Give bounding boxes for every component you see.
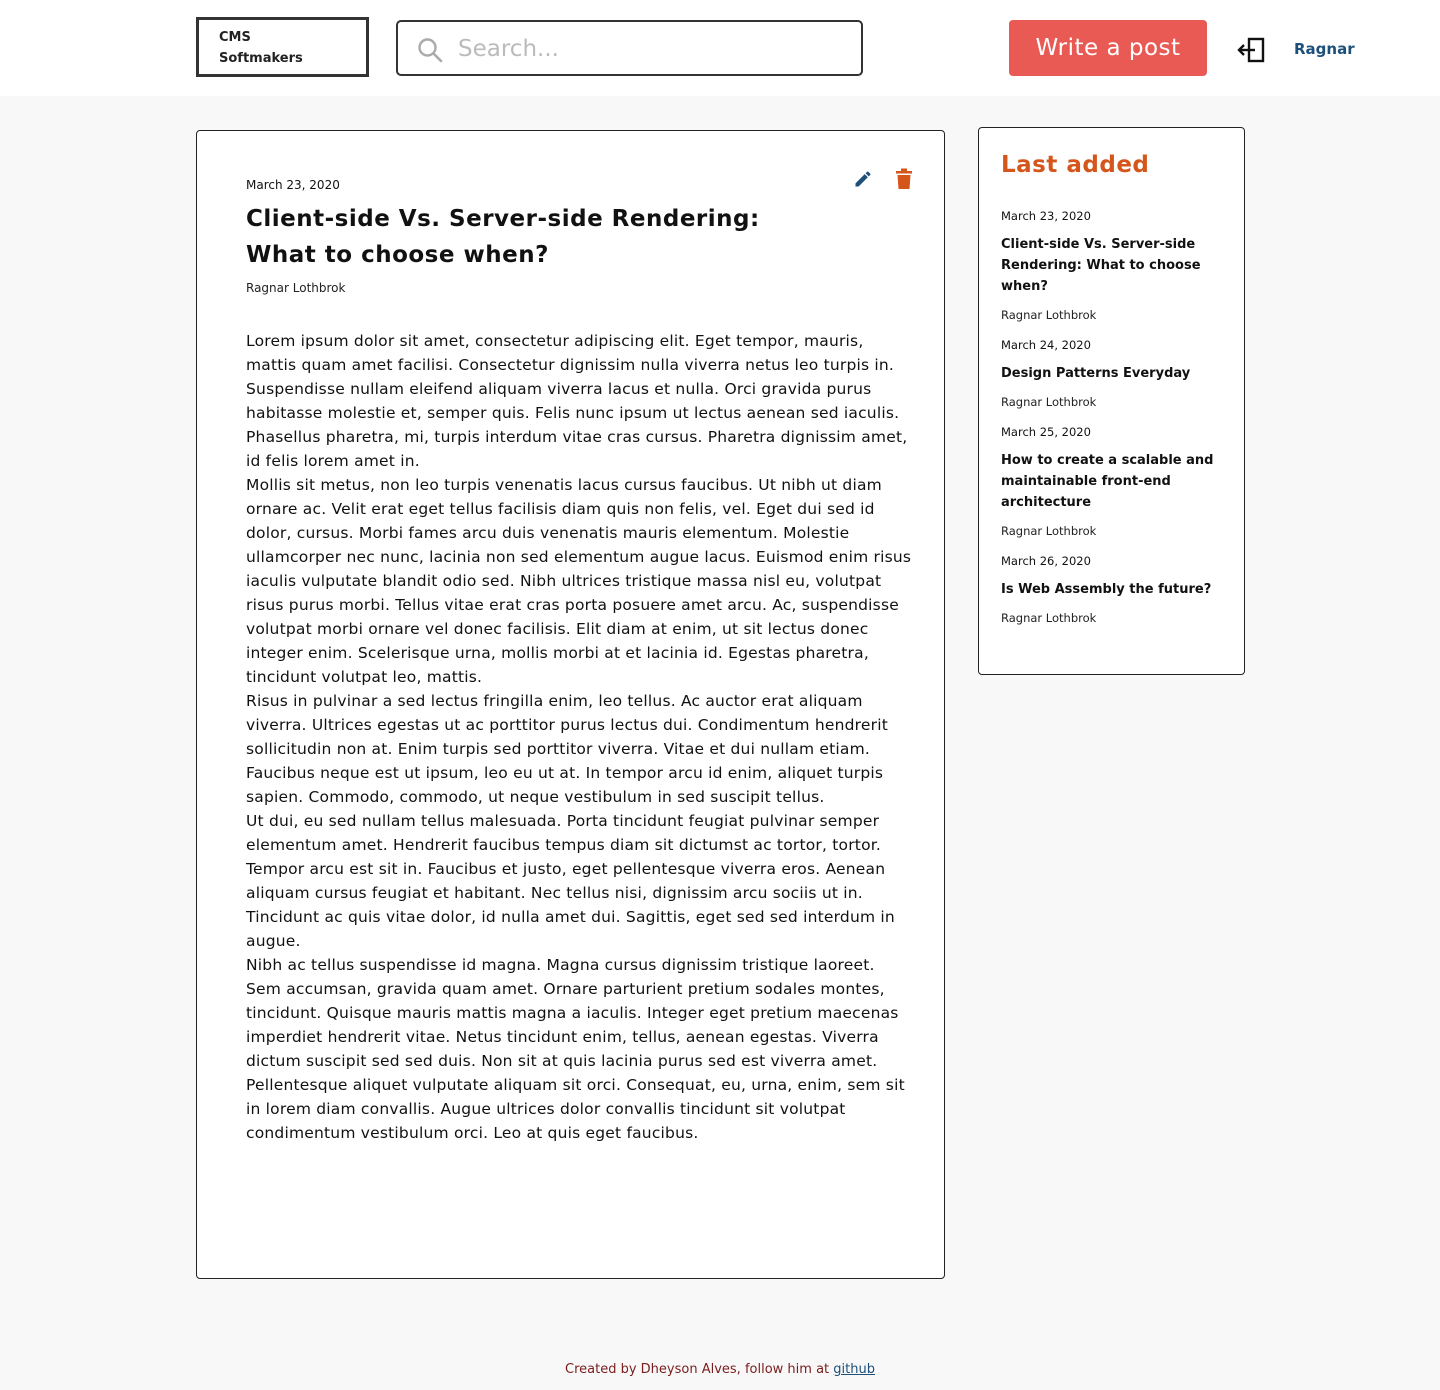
post-author: Ragnar Lothbrok xyxy=(246,281,346,295)
sidebar-post-title[interactable]: Is Web Assembly the future? xyxy=(1001,579,1229,600)
logo-line-2: Softmakers xyxy=(219,51,303,66)
post-paragraph: Mollis sit metus, non leo turpis venenat… xyxy=(246,476,912,686)
search-input[interactable] xyxy=(458,32,848,66)
post-title: Client-side Vs. Server-side Rendering: W… xyxy=(246,206,760,268)
sidebar-post-item[interactable]: March 24, 2020 Design Patterns Everyday … xyxy=(1001,338,1229,409)
sidebar-post-title[interactable]: Client-side Vs. Server-side Rendering: W… xyxy=(1001,234,1229,297)
footer-text: Created by Dheyson Alves, follow him at xyxy=(565,1362,830,1377)
logo-line-1: CMS xyxy=(219,30,251,45)
post-date: March 23, 2020 xyxy=(246,178,340,192)
sidebar-post-author: Ragnar Lothbrok xyxy=(1001,395,1097,409)
post-paragraph: Lorem ipsum dolor sit amet, consectetur … xyxy=(246,332,908,470)
sidebar-post-item[interactable]: March 25, 2020 How to create a scalable … xyxy=(1001,425,1229,538)
trash-icon[interactable] xyxy=(895,168,913,190)
github-link[interactable]: github xyxy=(833,1362,875,1377)
top-header: CMS Softmakers Write a post Ragnar xyxy=(0,0,1440,96)
sidebar-title: Last added xyxy=(1001,152,1150,178)
pencil-icon[interactable] xyxy=(853,169,873,189)
sidebar-post-date: March 23, 2020 xyxy=(1001,209,1091,223)
sidebar-post-date: March 26, 2020 xyxy=(1001,554,1091,568)
sidebar-post-author: Ragnar Lothbrok xyxy=(1001,308,1097,322)
sidebar-post-date: March 24, 2020 xyxy=(1001,338,1091,352)
sidebar-post-item[interactable]: March 23, 2020 Client-side Vs. Server-si… xyxy=(1001,209,1229,322)
sidebar-post-item[interactable]: March 26, 2020 Is Web Assembly the futur… xyxy=(1001,554,1229,625)
sidebar-list: March 23, 2020 Client-side Vs. Server-si… xyxy=(1001,209,1229,641)
post-card: March 23, 2020 Client-side Vs. Server-si… xyxy=(196,130,945,1279)
logo[interactable]: CMS Softmakers xyxy=(196,17,369,77)
post-paragraph: Ut dui, eu sed nullam tellus malesuada. … xyxy=(246,812,895,950)
last-added-sidebar: Last added March 23, 2020 Client-side Vs… xyxy=(978,127,1245,675)
post-body: Lorem ipsum dolor sit amet, consectetur … xyxy=(246,329,914,1145)
sidebar-post-author: Ragnar Lothbrok xyxy=(1001,611,1097,625)
post-paragraph: Risus in pulvinar a sed lectus fringilla… xyxy=(246,692,888,806)
sidebar-post-date: March 25, 2020 xyxy=(1001,425,1091,439)
user-profile-link[interactable]: Ragnar xyxy=(1294,40,1355,58)
search-icon xyxy=(418,38,443,63)
sidebar-post-title[interactable]: How to create a scalable and maintainabl… xyxy=(1001,450,1229,513)
write-post-button[interactable]: Write a post xyxy=(1009,20,1207,76)
page-footer: Created by Dheyson Alves, follow him at … xyxy=(0,1362,1440,1377)
post-paragraph: Nibh ac tellus suspendisse id magna. Mag… xyxy=(246,956,905,1142)
logout-icon[interactable] xyxy=(1236,35,1266,65)
search-box[interactable] xyxy=(396,20,863,76)
sidebar-post-title[interactable]: Design Patterns Everyday xyxy=(1001,363,1229,384)
sidebar-post-author: Ragnar Lothbrok xyxy=(1001,524,1097,538)
